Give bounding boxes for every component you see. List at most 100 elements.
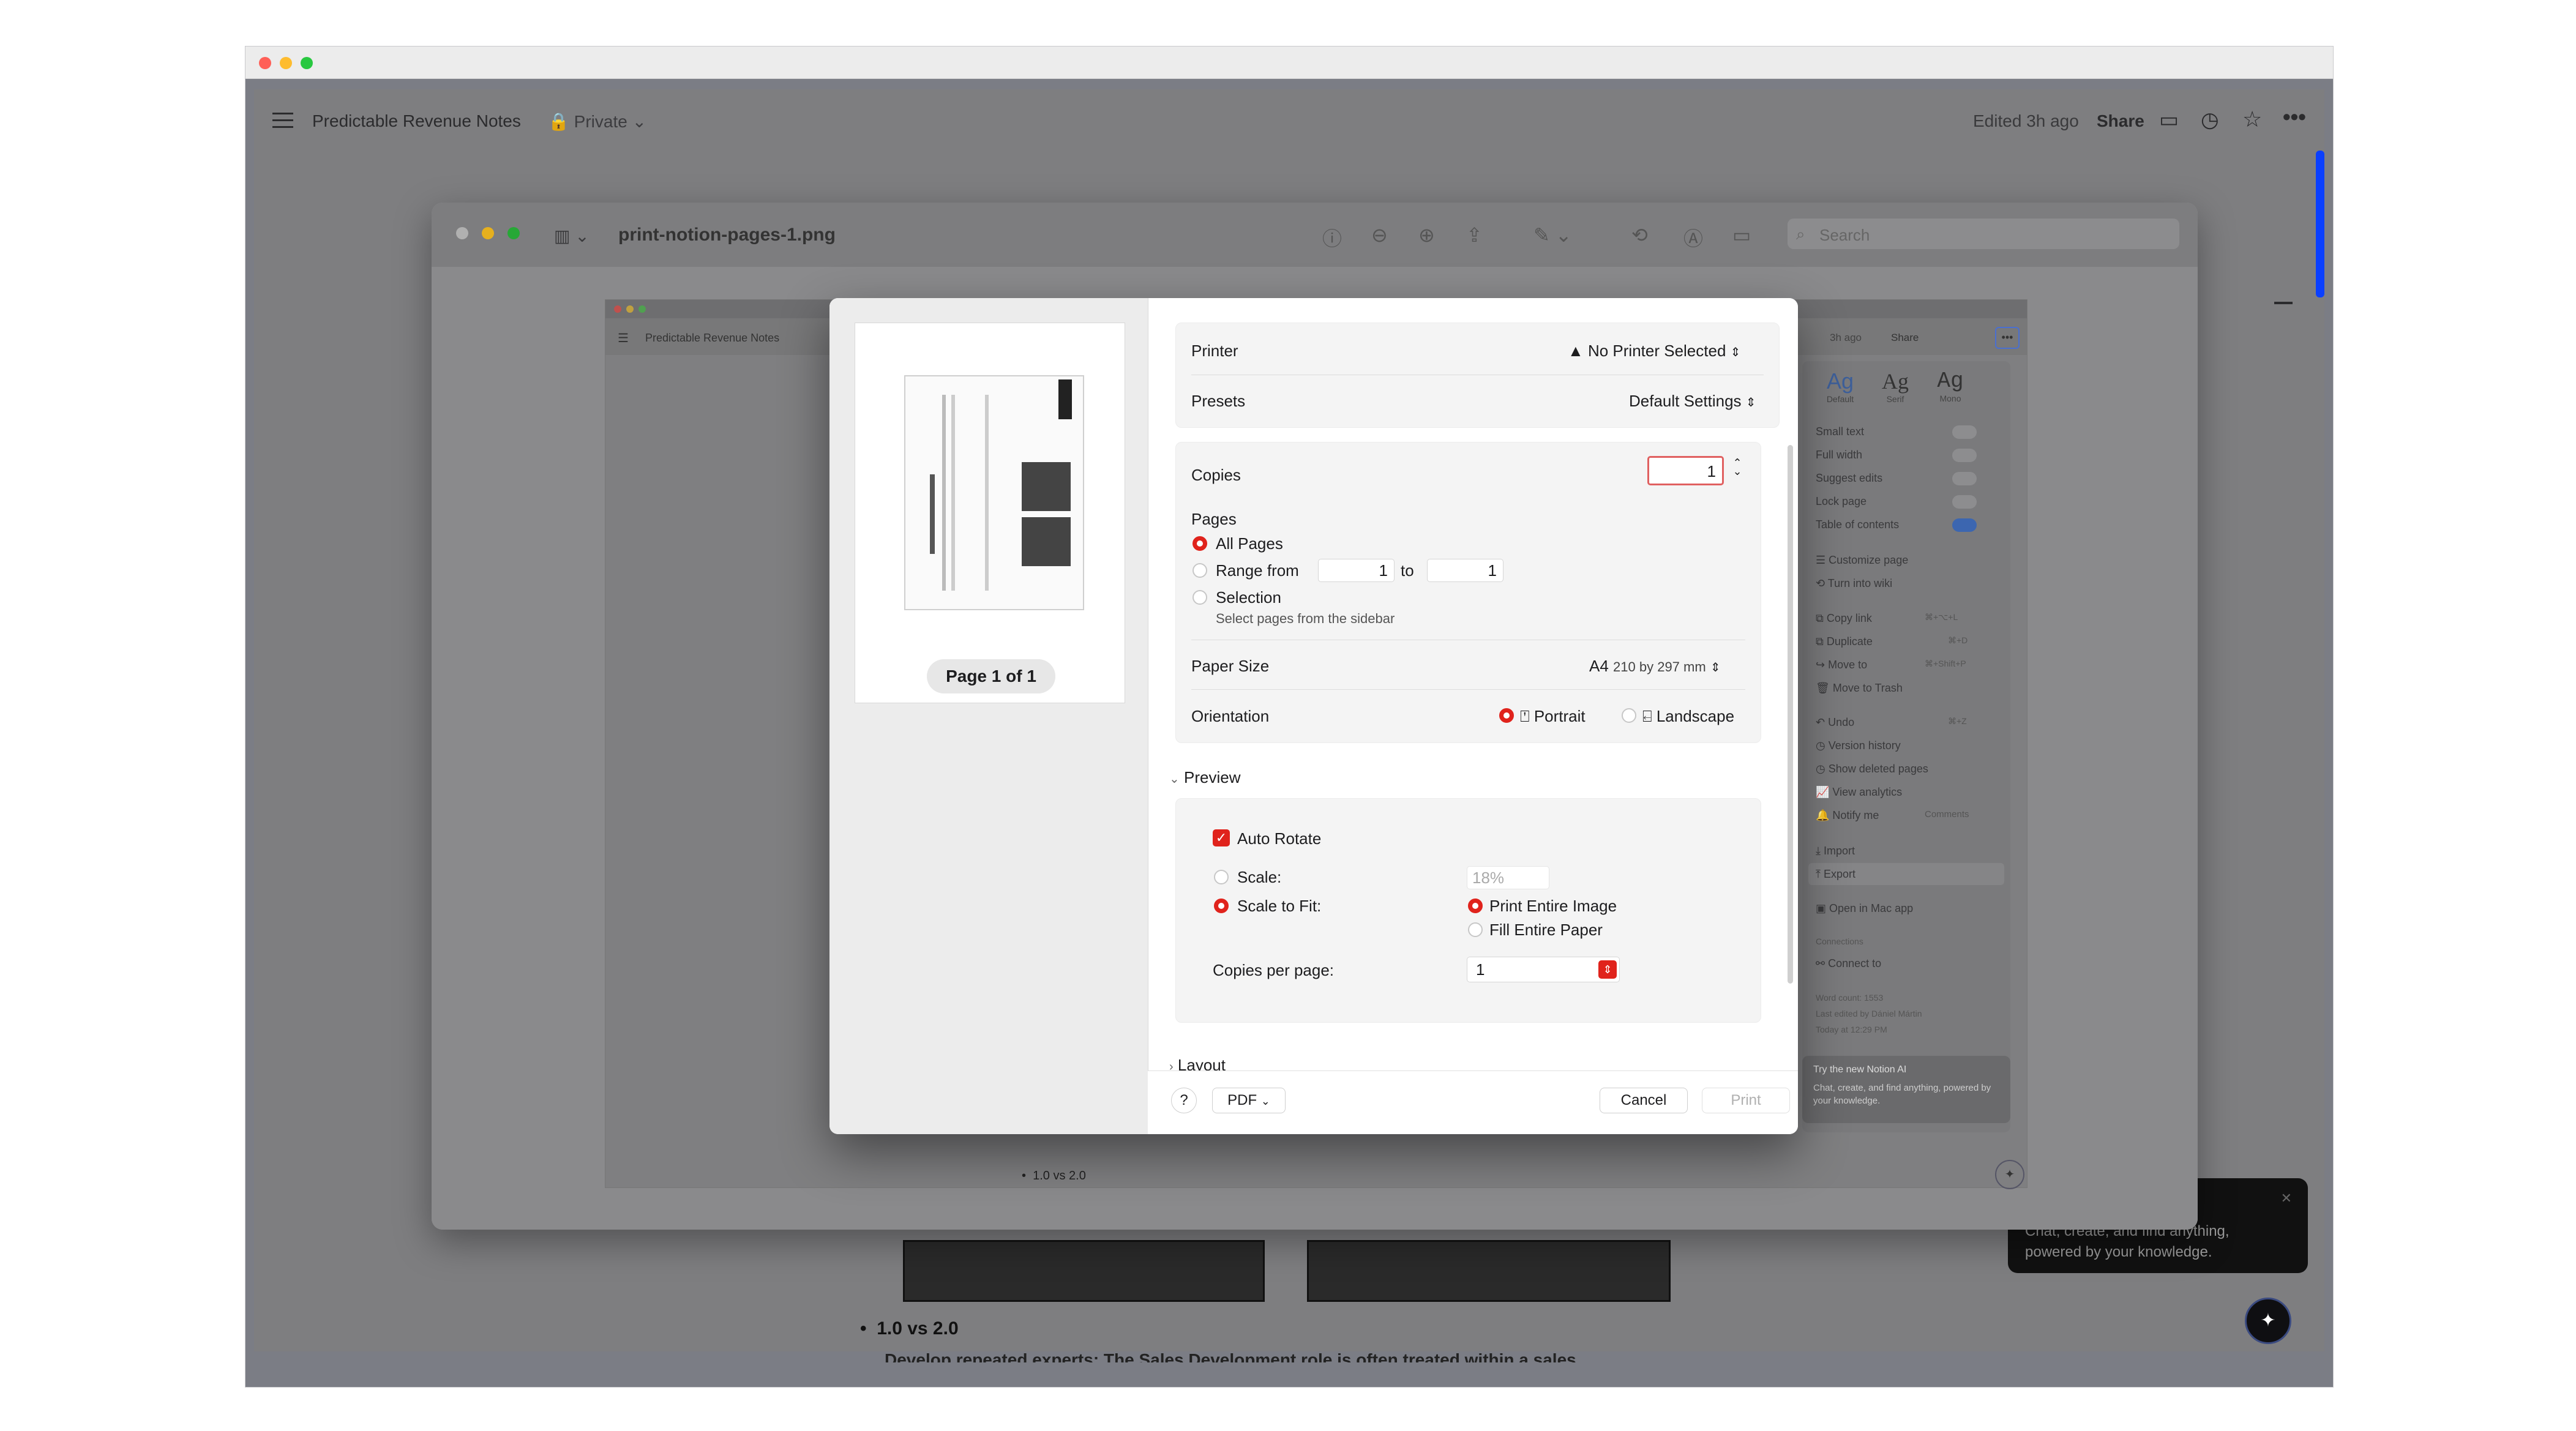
inner-menu-icon: ☰	[618, 332, 629, 345]
clock-icon[interactable]: ◷	[2201, 108, 2219, 132]
print-button[interactable]: Print	[1702, 1088, 1790, 1113]
shortcut-duplicate: ⌘+D	[1948, 635, 1968, 645]
form-icon[interactable]: ▭	[1732, 223, 1751, 247]
chevron-right-icon: ›	[1169, 1060, 1174, 1070]
content-image-right	[1307, 1240, 1671, 1302]
pdf-label: PDF	[1227, 1092, 1257, 1108]
pen-icon[interactable]: ✎ ⌄	[1533, 223, 1572, 247]
rotate-icon[interactable]: ⟲	[1631, 223, 1648, 247]
page-title[interactable]: Predictable Revenue Notes	[312, 111, 521, 131]
menu-turn-into-wiki: ⟲ Turn into wiki	[1816, 577, 1893, 589]
inner-more-icon: •••	[1995, 327, 2020, 349]
scale-to-fit-radio[interactable]	[1214, 899, 1229, 913]
thumb-title-line	[930, 474, 935, 554]
page-indicator: Page 1 of 1	[927, 659, 1055, 693]
scale-field[interactable]: 18%	[1467, 866, 1549, 889]
auto-rotate-checkbox[interactable]: ✓	[1213, 829, 1230, 846]
help-button[interactable]: ?	[1171, 1088, 1197, 1113]
stepper-icon: ⇕	[1745, 396, 1756, 409]
selection-radio[interactable]	[1193, 590, 1207, 605]
inner-ai-body: Chat, create, and find anything, powered…	[1813, 1083, 1991, 1106]
star-icon[interactable]: ☆	[2242, 106, 2262, 132]
inner-close-icon	[614, 305, 621, 313]
fill-entire-paper-radio[interactable]	[1468, 922, 1483, 937]
dialog-scrollbar[interactable]	[1788, 445, 1793, 984]
font-glyph: Ag	[1826, 368, 1854, 394]
chevron-down-icon: ⌄	[1169, 772, 1180, 786]
zoom-in-icon[interactable]: ⊕	[1418, 223, 1435, 247]
menu-label: Move to	[1828, 659, 1868, 671]
print-entire-image-radio[interactable]	[1468, 899, 1483, 913]
menu-label: Show deleted pages	[1828, 763, 1928, 775]
presets-select[interactable]: Default Settings ⇕	[1629, 392, 1756, 411]
range-end-field[interactable]: 1	[1427, 559, 1503, 582]
minimize-window-button[interactable]	[280, 57, 292, 69]
info-icon[interactable]: ⓘ	[1322, 223, 1342, 252]
fill-entire-paper-label: Fill Entire Paper	[1489, 921, 1603, 939]
shortcut-copy-link: ⌘+⌥+L	[1925, 612, 1958, 622]
all-pages-radio[interactable]	[1193, 536, 1207, 551]
comment-icon[interactable]: ▭	[2159, 108, 2179, 132]
page-thumbnail[interactable]: Page 1 of 1	[855, 323, 1125, 703]
menu-icon[interactable]	[272, 111, 293, 128]
bullet-text: 1.0 vs 2.0	[877, 1318, 959, 1339]
zoom-window-button[interactable]	[301, 57, 313, 69]
share-icon[interactable]: ⇪	[1466, 223, 1483, 247]
search-field[interactable]: ⌕ Search	[1788, 219, 2179, 249]
layout-section-label: Layout	[1177, 1056, 1226, 1070]
menu-label: Import	[1823, 845, 1855, 857]
cancel-button[interactable]: Cancel	[1600, 1088, 1688, 1113]
range-start-field[interactable]: 1	[1318, 559, 1395, 582]
font-glyph: Ag	[1937, 368, 1964, 394]
inner-sparkle-icon: ✦	[1995, 1160, 2024, 1189]
menu-connect-to: ⚯ Connect to	[1816, 957, 1882, 970]
portrait-radio[interactable]	[1499, 708, 1514, 723]
zoom-out-icon[interactable]: ⊖	[1371, 223, 1388, 247]
menu-label: Connect to	[1828, 957, 1882, 970]
layout-section-toggle[interactable]: › Layout	[1169, 1056, 1226, 1070]
close-icon[interactable]: ✕	[2281, 1190, 2292, 1206]
paper-size-select[interactable]: A4 210 by 297 mm ⇕	[1589, 657, 1721, 676]
menu-label: View analytics	[1832, 786, 1903, 798]
inner-ai-title: Try the new Notion AI	[1813, 1064, 1907, 1075]
printer-select[interactable]: ▲ No Printer Selected ⇕	[1568, 342, 1740, 361]
preview-close-button[interactable]	[456, 227, 468, 239]
preview-zoom-button[interactable]	[507, 227, 520, 239]
copies-per-page-select[interactable]: 1	[1467, 957, 1620, 982]
menu-show-deleted: ◷ Show deleted pages	[1816, 763, 1928, 775]
toc-indicator[interactable]	[2274, 302, 2293, 304]
print-dialog: Page 1 of 1 Printer ▲ No Printer Selecte…	[829, 298, 1798, 1134]
preview-minimize-button[interactable]	[482, 227, 494, 239]
landscape-radio[interactable]	[1622, 708, 1636, 723]
close-window-button[interactable]	[259, 57, 271, 69]
sidebar-toggle-icon[interactable]: ▥ ⌄	[554, 226, 590, 246]
window-titlebar	[245, 47, 2333, 79]
range-radio[interactable]	[1193, 563, 1207, 578]
menu-view-analytics: 📈 View analytics	[1816, 786, 1903, 798]
copies-per-page-value: 1	[1476, 960, 1485, 979]
inner-zoom-icon	[638, 305, 646, 313]
inner-edited: 3h ago	[1830, 332, 1862, 343]
share-button[interactable]: Share	[2097, 111, 2144, 131]
copies-field[interactable]: 1	[1647, 456, 1724, 485]
lock-icon: 🔒	[548, 112, 569, 131]
privacy-dropdown[interactable]: 🔒 Private ⌄	[548, 111, 646, 132]
pdf-button[interactable]: PDF ⌄	[1212, 1088, 1286, 1113]
content-image-left	[903, 1240, 1265, 1302]
copies-stepper[interactable]: ⌃ ⌄	[1730, 457, 1745, 477]
landscape-label: Landscape	[1656, 707, 1735, 725]
preview-section-toggle[interactable]: ⌄ Preview	[1169, 768, 1240, 787]
scrollbar-thumb[interactable]	[2316, 151, 2324, 297]
scale-radio[interactable]	[1214, 870, 1229, 884]
sparkle-icon[interactable]: ✦	[2245, 1298, 2291, 1344]
more-icon[interactable]: •••	[2283, 104, 2306, 130]
stepper-icon[interactable]: ⇕	[1598, 960, 1617, 979]
thumb-image-2	[1022, 517, 1071, 566]
edited-status: Edited 3h ago	[1973, 111, 2079, 130]
paper-size-label: Paper Size	[1191, 657, 1270, 675]
selection-hint: Select pages from the sidebar	[1216, 611, 1395, 626]
markup-icon[interactable]: Ⓐ	[1683, 223, 1703, 252]
toggle-small-text: Small text	[1816, 425, 1865, 438]
inner-ai-popup: Try the new Notion AI Chat, create, and …	[1802, 1056, 2010, 1123]
menu-label: Turn into wiki	[1827, 577, 1893, 589]
